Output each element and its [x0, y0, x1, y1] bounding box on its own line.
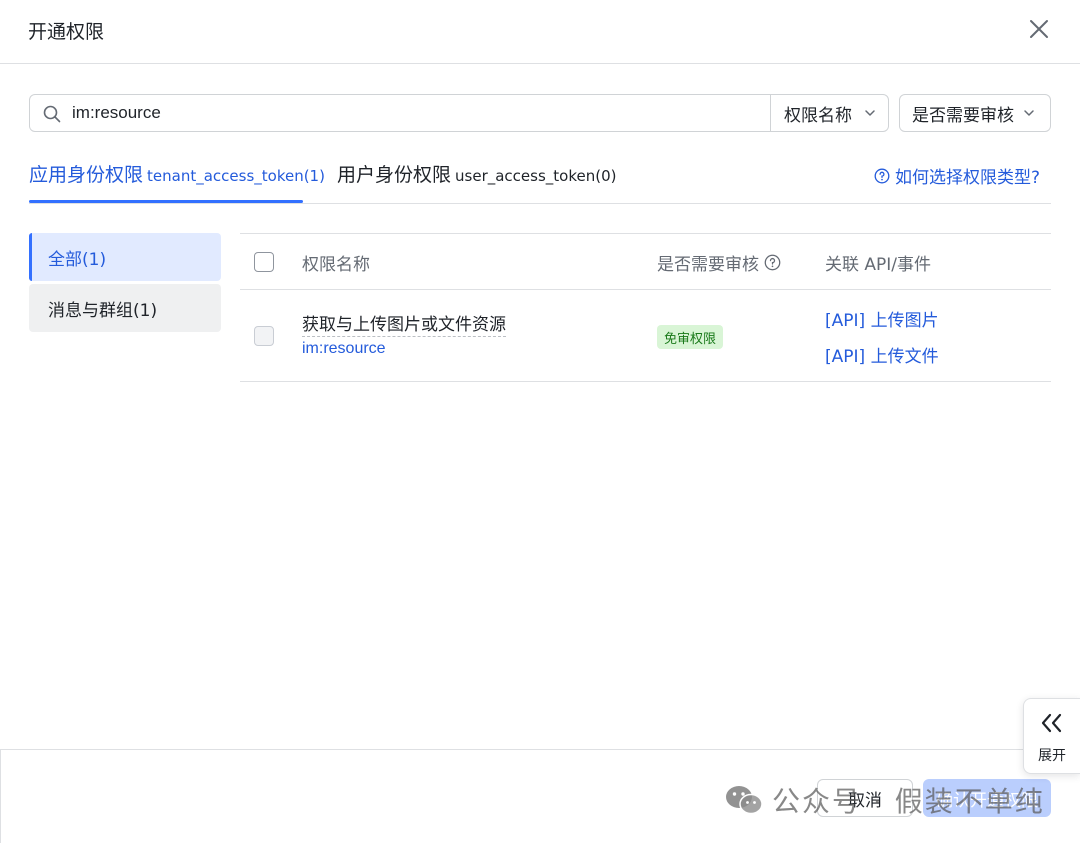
dialog-header: 开通权限 — [0, 0, 1080, 64]
row-checkbox[interactable] — [254, 326, 274, 346]
cancel-button[interactable]: 取消 — [817, 779, 913, 817]
dialog-footer: 取消 确认开通权限 — [0, 749, 1080, 843]
category-item-messages-groups[interactable]: 消息与群组(1) — [29, 284, 221, 332]
tab-token: user_access_token(0) — [455, 167, 617, 185]
audit-filter-select-label: 是否需要审核 — [912, 105, 1014, 126]
api-link-upload-image[interactable]: [API] 上传图片 — [825, 306, 939, 331]
chevron-down-icon — [1024, 110, 1034, 116]
audit-filter-select[interactable]: 是否需要审核 — [899, 94, 1051, 132]
search-field-select[interactable]: 权限名称 — [770, 95, 889, 131]
tab-label: 用户身份权限 — [337, 164, 452, 186]
close-icon[interactable] — [1024, 14, 1054, 44]
select-all-checkbox[interactable] — [254, 252, 274, 272]
help-link[interactable]: 如何选择权限类型? — [874, 163, 1040, 188]
permission-table: 权限名称 是否需要审核 关联 API/事件 获取与上传图片或文件资源 im:re… — [240, 233, 1051, 382]
dialog-title: 开通权限 — [28, 21, 105, 43]
column-header-audit: 是否需要审核 — [657, 250, 781, 275]
search-field-select-label: 权限名称 — [784, 105, 852, 126]
tab-tenant-permission[interactable]: 应用身份权限 tenant_access_token(1) — [29, 160, 325, 204]
search-input[interactable] — [72, 101, 762, 125]
table-header: 权限名称 是否需要审核 关联 API/事件 — [240, 233, 1051, 290]
column-header-name: 权限名称 — [302, 255, 370, 275]
search-row: 权限名称 是否需要审核 — [29, 94, 1051, 132]
permission-name: 获取与上传图片或文件资源 — [302, 310, 506, 337]
search-box: 权限名称 — [29, 94, 889, 132]
api-link-upload-file[interactable]: [API] 上传文件 — [825, 342, 939, 367]
column-header-api: 关联 API/事件 — [825, 255, 932, 275]
category-item-all[interactable]: 全部(1) — [29, 233, 221, 281]
expand-panel-toggle[interactable]: 展开 — [1023, 698, 1080, 774]
chevron-down-icon — [865, 110, 875, 116]
search-icon — [43, 105, 61, 123]
double-chevron-left-icon — [1041, 713, 1062, 733]
expand-label: 展开 — [1038, 748, 1066, 764]
help-circle-icon — [874, 168, 890, 183]
help-link-label: 如何选择权限类型? — [895, 168, 1041, 188]
permission-type-tabs: 应用身份权限 tenant_access_token(1) 用户身份权限 user_… — [29, 150, 1051, 204]
column-header-audit-label: 是否需要审核 — [657, 255, 759, 275]
tab-token: tenant_access_token(1) — [147, 167, 325, 185]
confirm-open-permission-button[interactable]: 确认开通权限 — [923, 779, 1051, 817]
open-permission-dialog: 开通权限 权限名称 是否需要审核 应用 — [0, 0, 1080, 843]
tab-label: 应用身份权限 — [29, 164, 144, 186]
help-circle-icon[interactable] — [764, 254, 781, 271]
tab-user-permission[interactable]: 用户身份权限 user_access_token(0) — [337, 160, 616, 204]
table-row: 获取与上传图片或文件资源 im:resource 免审权限 [API] 上传图片… — [240, 290, 1051, 382]
active-tab-indicator — [29, 200, 303, 203]
category-sidebar: 全部(1) 消息与群组(1) — [29, 233, 221, 335]
permission-code: im:resource — [302, 340, 386, 357]
status-badge: 免审权限 — [657, 325, 724, 349]
